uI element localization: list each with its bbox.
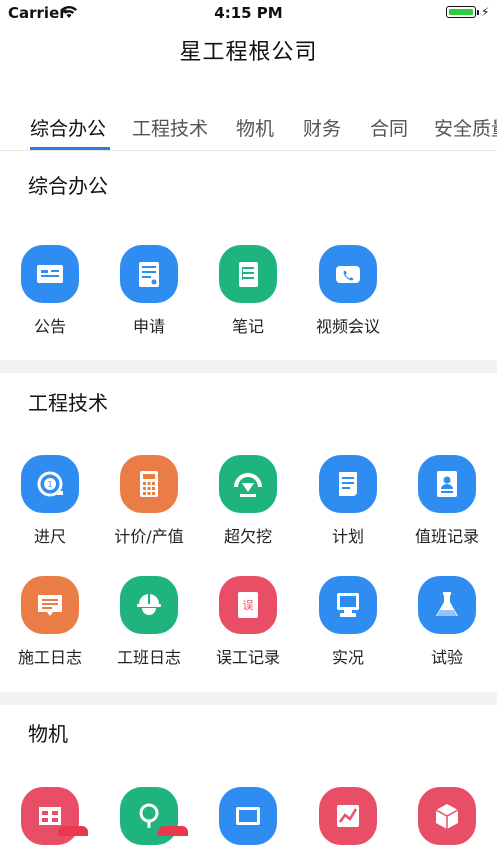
grid-item-label: 施工日志 (17, 648, 82, 667)
excavation-gauge-icon (219, 455, 277, 513)
grid-item-label: 申请 (132, 317, 165, 336)
status-bar: Carrier 4:15 PM ⚡ (0, 0, 497, 26)
grid-item-label: 工班日志 (116, 648, 181, 667)
tabbar-badge (58, 826, 88, 836)
grid-item-materials-1[interactable] (0, 787, 100, 845)
tape-measure-icon: 1 (21, 455, 79, 513)
video-call-icon (319, 245, 377, 303)
equipment-icon (219, 787, 277, 845)
grid-item-duty-record[interactable]: 值班记录 (397, 455, 497, 547)
section-title-office: 综合办公 (28, 174, 108, 198)
error-record-book-icon: 误 (219, 576, 277, 634)
grid-item-label: 试验 (430, 648, 463, 667)
grid-item-label: 公告 (33, 317, 66, 336)
lab-flask-icon (418, 576, 476, 634)
section-gap (0, 360, 497, 373)
grid-item-materials-3[interactable] (198, 787, 298, 845)
tab-safety-quality[interactable]: 安全质量 (434, 114, 497, 141)
construction-log-icon (21, 576, 79, 634)
grid-item-shift-log[interactable]: 工班日志 (99, 576, 199, 668)
duty-record-icon (418, 455, 476, 513)
grid-item-label: 值班记录 (414, 527, 479, 546)
tab-office[interactable]: 综合办公 (30, 114, 106, 141)
grid-item-delay-record[interactable]: 误 误工记录 (198, 576, 298, 668)
grid-item-label: 超欠挖 (223, 527, 272, 546)
grid-item-video-meeting[interactable]: 视频会议 (298, 245, 398, 337)
grid-item-application[interactable]: 申请 (99, 245, 199, 337)
section-title-materials: 物机 (28, 722, 68, 746)
category-tabs: 综合办公 工程技术 物机 财务 合同 安全质量 (0, 100, 497, 150)
grid-item-label: 实况 (331, 648, 364, 667)
grid-item-label: 视频会议 (315, 317, 380, 336)
tab-engineering[interactable]: 工程技术 (132, 114, 208, 141)
battery-icon: ⚡ (446, 5, 489, 21)
grid-item-label: 误工记录 (215, 648, 280, 667)
grid-item-materials-2[interactable] (99, 787, 199, 845)
plan-scroll-icon (319, 455, 377, 513)
tab-contract[interactable]: 合同 (370, 114, 408, 141)
grid-item-announcement[interactable]: 公告 (0, 245, 100, 337)
clock-time: 4:15 PM (214, 4, 283, 22)
tabbar-badge (158, 826, 188, 836)
live-monitor-icon (319, 576, 377, 634)
grid-item-valuation[interactable]: 计价/产值 (99, 455, 199, 547)
grid-item-label: 笔记 (231, 317, 264, 336)
application-form-icon (120, 245, 178, 303)
grid-item-plan[interactable]: 计划 (298, 455, 398, 547)
grid-item-construction-log[interactable]: 施工日志 (0, 576, 100, 668)
grid-item-label: 计划 (331, 527, 364, 546)
page-title: 星工程根公司 (179, 40, 318, 65)
svg-text:误: 误 (243, 599, 254, 612)
grid-item-overexcavation[interactable]: 超欠挖 (198, 455, 298, 547)
grid-item-label: 进尺 (33, 527, 66, 546)
tab-finance[interactable]: 财务 (303, 114, 341, 141)
worker-helmet-icon (120, 576, 178, 634)
grid-item-materials-5[interactable] (397, 787, 497, 845)
notes-icon (219, 245, 277, 303)
grid-item-label: 计价/产值 (114, 527, 184, 546)
grid-item-live[interactable]: 实况 (298, 576, 398, 668)
svg-text:1: 1 (47, 480, 52, 489)
package-icon (418, 787, 476, 845)
section-title-engineering: 工程技术 (28, 391, 108, 415)
tabs-divider (0, 150, 497, 151)
calculator-icon (120, 455, 178, 513)
tab-materials[interactable]: 物机 (236, 114, 274, 141)
search-location-icon (120, 787, 178, 845)
trend-chart-icon (319, 787, 377, 845)
grid-item-notes[interactable]: 笔记 (198, 245, 298, 337)
grid-item-footage[interactable]: 1 进尺 (0, 455, 100, 547)
grid-item-test[interactable]: 试验 (397, 576, 497, 668)
warehouse-icon (21, 787, 79, 845)
grid-item-materials-4[interactable] (298, 787, 398, 845)
section-gap (0, 692, 497, 705)
announcement-icon (21, 245, 79, 303)
